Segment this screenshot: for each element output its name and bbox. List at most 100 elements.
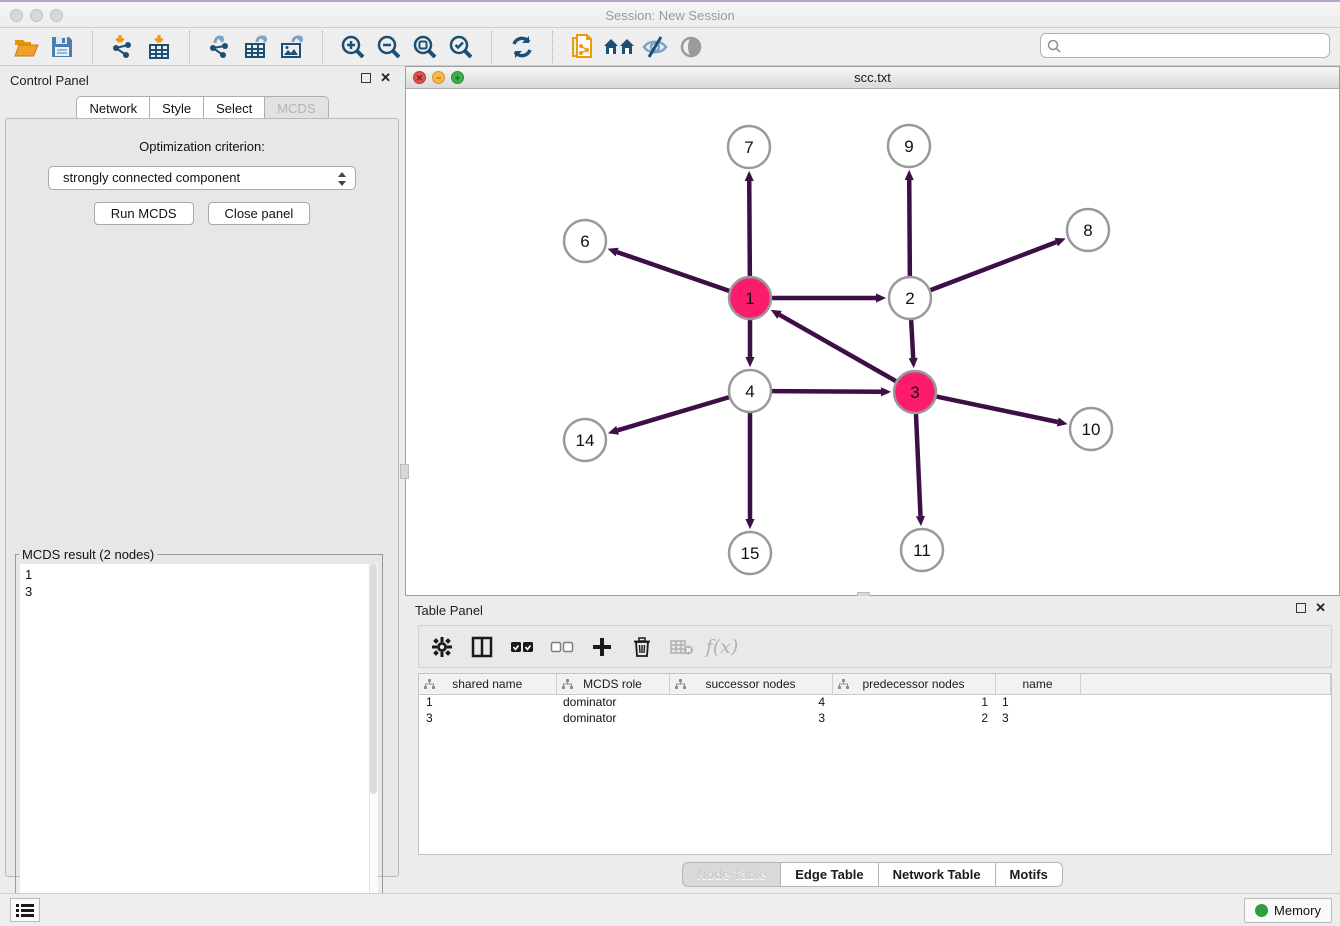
table-row[interactable]: 3dominator323 bbox=[419, 710, 1331, 726]
column-header-shared-name[interactable]: shared name bbox=[419, 674, 556, 694]
network-canvas[interactable]: 7968124314101511 bbox=[406, 89, 1339, 595]
application-window: Session: New Session bbox=[0, 0, 1340, 926]
column-header-predecessor-nodes[interactable]: predecessor nodes bbox=[832, 674, 995, 694]
tab-node-table[interactable]: Node Table bbox=[682, 862, 780, 887]
import-table-icon[interactable] bbox=[141, 32, 177, 62]
zoom-selected-icon[interactable] bbox=[443, 32, 479, 62]
table-panel-title: Table Panel bbox=[415, 603, 483, 618]
cell[interactable]: 4 bbox=[669, 694, 832, 710]
delete-column-icon[interactable] bbox=[629, 634, 655, 660]
memory-label: Memory bbox=[1274, 903, 1321, 918]
node-label-3: 3 bbox=[910, 383, 919, 402]
cell[interactable]: 3 bbox=[419, 710, 556, 726]
optimization-criterion-select[interactable]: strongly connected component bbox=[48, 166, 356, 190]
column-header-successor-nodes[interactable]: successor nodes bbox=[669, 674, 832, 694]
tab-motifs[interactable]: Motifs bbox=[995, 862, 1063, 887]
node-label-15: 15 bbox=[741, 544, 760, 563]
float-table-panel-icon[interactable] bbox=[1296, 603, 1306, 613]
mcds-result-text: 1 3 bbox=[20, 564, 378, 600]
column-header-name[interactable]: name bbox=[995, 674, 1080, 694]
node-label-6: 6 bbox=[580, 232, 589, 251]
edge-4-14[interactable] bbox=[618, 397, 729, 430]
tab-edge-table[interactable]: Edge Table bbox=[780, 862, 877, 887]
search-box[interactable] bbox=[1040, 33, 1330, 58]
table-row[interactable]: 1dominator411 bbox=[419, 694, 1331, 710]
close-panel-icon[interactable]: ✕ bbox=[380, 73, 391, 83]
node-label-10: 10 bbox=[1082, 420, 1101, 439]
cell[interactable]: 1 bbox=[995, 694, 1080, 710]
column-view-icon[interactable] bbox=[469, 634, 495, 660]
node-label-7: 7 bbox=[744, 138, 753, 157]
settings-gear-icon[interactable] bbox=[429, 634, 455, 660]
deselect-all-icon[interactable] bbox=[549, 634, 575, 660]
task-history-button[interactable] bbox=[10, 898, 40, 922]
zoom-in-icon[interactable] bbox=[335, 32, 371, 62]
close-panel-button[interactable]: Close panel bbox=[208, 202, 311, 225]
first-neighbors-icon[interactable] bbox=[601, 32, 637, 62]
select-all-icon[interactable] bbox=[509, 634, 535, 660]
cell[interactable]: 1 bbox=[832, 694, 995, 710]
run-mcds-button[interactable]: Run MCDS bbox=[94, 202, 194, 225]
network-window-titlebar[interactable]: ✕ − + scc.txt bbox=[406, 67, 1339, 89]
table-panel: Table Panel ✕ bbox=[405, 596, 1340, 893]
copy-network-icon[interactable] bbox=[565, 32, 601, 62]
table-toolbar: f(x) bbox=[418, 625, 1332, 668]
close-table-panel-icon[interactable]: ✕ bbox=[1315, 603, 1326, 613]
save-session-icon[interactable] bbox=[44, 32, 80, 62]
window-title: Session: New Session bbox=[0, 8, 1340, 23]
cell[interactable]: dominator bbox=[556, 694, 669, 710]
column-header-filler bbox=[1080, 674, 1331, 694]
vertical-splitter-handle[interactable] bbox=[400, 464, 409, 479]
open-session-icon[interactable] bbox=[8, 32, 44, 62]
search-input[interactable] bbox=[1065, 35, 1325, 56]
hide-selected-icon[interactable] bbox=[637, 32, 673, 62]
mcds-result-title: MCDS result (2 nodes) bbox=[19, 547, 157, 562]
float-panel-icon[interactable] bbox=[361, 73, 371, 83]
mcds-result-textarea[interactable]: 1 3 bbox=[20, 564, 378, 920]
zoom-out-icon[interactable] bbox=[371, 32, 407, 62]
cell[interactable]: 3 bbox=[669, 710, 832, 726]
node-label-11: 11 bbox=[913, 541, 931, 560]
cell[interactable]: dominator bbox=[556, 710, 669, 726]
edge-4-3[interactable] bbox=[772, 391, 881, 392]
refresh-layout-icon[interactable] bbox=[504, 32, 540, 62]
cell[interactable]: 2 bbox=[832, 710, 995, 726]
export-network-icon[interactable] bbox=[202, 32, 238, 62]
tab-network-table[interactable]: Network Table bbox=[878, 862, 995, 887]
task-list-icon bbox=[16, 903, 34, 917]
node-table[interactable]: shared nameMCDS rolesuccessor nodesprede… bbox=[418, 673, 1332, 855]
edge-3-11[interactable] bbox=[916, 414, 921, 516]
status-bar: Memory bbox=[0, 893, 1340, 926]
cell[interactable]: 1 bbox=[419, 694, 556, 710]
table-tabs: Node TableEdge TableNetwork TableMotifs bbox=[405, 862, 1340, 887]
export-table-icon[interactable] bbox=[238, 32, 274, 62]
edge-2-8[interactable] bbox=[931, 242, 1057, 290]
mcds-result-group: MCDS result (2 nodes) 1 3 bbox=[15, 547, 383, 921]
control-panel-title: Control Panel bbox=[10, 73, 89, 88]
import-network-icon[interactable] bbox=[105, 32, 141, 62]
node-label-14: 14 bbox=[576, 431, 595, 450]
edge-1-7[interactable] bbox=[749, 181, 750, 276]
edge-1-6[interactable] bbox=[617, 252, 729, 291]
memory-status-icon bbox=[1255, 904, 1268, 917]
node-label-2: 2 bbox=[905, 289, 914, 308]
cell[interactable]: 3 bbox=[995, 710, 1080, 726]
main-toolbar bbox=[0, 28, 1340, 66]
network-graph[interactable]: 7968124314101511 bbox=[406, 89, 1339, 595]
delete-table-icon bbox=[669, 634, 695, 660]
show-all-icon[interactable] bbox=[673, 32, 709, 62]
node-label-1: 1 bbox=[745, 289, 754, 308]
zoom-fit-icon[interactable] bbox=[407, 32, 443, 62]
edge-3-10[interactable] bbox=[937, 397, 1058, 422]
node-label-8: 8 bbox=[1083, 221, 1092, 240]
export-image-icon[interactable] bbox=[274, 32, 310, 62]
memory-button[interactable]: Memory bbox=[1244, 898, 1332, 923]
edge-2-9[interactable] bbox=[909, 180, 910, 276]
add-column-icon[interactable] bbox=[589, 634, 615, 660]
edge-3-1[interactable] bbox=[780, 315, 896, 381]
result-scrollbar[interactable] bbox=[369, 564, 378, 920]
edge-2-3[interactable] bbox=[911, 320, 913, 358]
cell-filler bbox=[1080, 694, 1331, 710]
node-label-4: 4 bbox=[745, 382, 754, 401]
column-header-MCDS-role[interactable]: MCDS role bbox=[556, 674, 669, 694]
